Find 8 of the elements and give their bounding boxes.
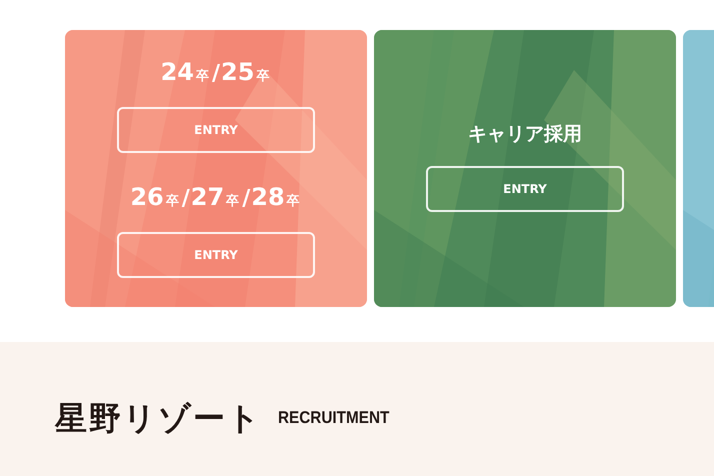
card-heading: キャリア採用 bbox=[468, 125, 582, 144]
card-heading: 26 卒/27 卒/28 卒 bbox=[130, 184, 301, 210]
entry-button[interactable]: ENTRY bbox=[426, 166, 624, 212]
entry-button[interactable]: ENTRY bbox=[117, 106, 315, 152]
card-heading: 24 卒/25 卒 bbox=[160, 60, 270, 84]
tagline: RECRUITMENT bbox=[278, 407, 390, 430]
entry-button[interactable]: ENTRY bbox=[117, 232, 315, 278]
logo[interactable]: 星野リゾート bbox=[55, 394, 262, 442]
